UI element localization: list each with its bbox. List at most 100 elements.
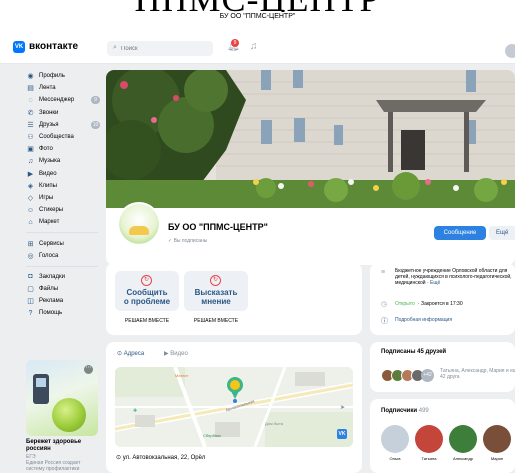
clock-icon: ◷ bbox=[381, 301, 388, 308]
subscriber-avatar[interactable] bbox=[381, 425, 409, 453]
sidebar-item-12[interactable]: ☺ Стикеры bbox=[26, 204, 102, 216]
sidebar-item-2[interactable]: ▤ Лента bbox=[26, 82, 102, 94]
subscription-status[interactable]: ✓ Вы подписаны bbox=[168, 238, 207, 244]
user-avatar[interactable] bbox=[505, 44, 515, 58]
sidebar-divider bbox=[26, 265, 98, 267]
action-caption: РЕШАЕМ ВМЕСТЕ bbox=[193, 318, 239, 324]
sidebar-item-10[interactable]: ◈ Клипы bbox=[26, 180, 102, 192]
help-icon: ? bbox=[28, 309, 33, 317]
vk-logo-icon[interactable]: VK bbox=[13, 41, 25, 53]
music-note-icon[interactable]: ♫ bbox=[250, 41, 258, 52]
subscriber-avatar[interactable] bbox=[415, 425, 443, 453]
sidebar-item-9[interactable]: ▶ Видео bbox=[26, 168, 102, 180]
votes-icon: ◎ bbox=[27, 252, 34, 260]
more-button[interactable]: Ещё bbox=[489, 226, 515, 240]
sidebar-item-2[interactable]: ▢ Файлы bbox=[26, 283, 102, 295]
message-icon: ◌ bbox=[28, 96, 33, 104]
promo-block[interactable]: ⋯ Бережет здоровье россиян ЕГЭ Единая Ро… bbox=[26, 360, 98, 473]
app-name[interactable]: вконтакте bbox=[29, 41, 78, 52]
sidebar-item-7[interactable]: ▣ Фото bbox=[26, 143, 102, 155]
details-link[interactable]: Подробная информация bbox=[395, 317, 452, 323]
description-more-link[interactable]: Ещё bbox=[430, 280, 440, 286]
cover-photo bbox=[106, 70, 515, 208]
promo-title[interactable]: Бережет здоровье россиян bbox=[26, 439, 98, 453]
tab-addresses[interactable]: ⊙ Адреса bbox=[117, 350, 144, 357]
services-icon: ⊞ bbox=[27, 240, 34, 248]
sidebar-item-13[interactable]: ⌂ Маркет bbox=[26, 216, 102, 228]
search-icon: ⌕ bbox=[113, 44, 117, 51]
svg-text:✚: ✚ bbox=[133, 408, 137, 414]
actions-card: ↻ Сообщить о проблеме РЕШАЕМ ВМЕСТЕ ↻ Выс… bbox=[106, 263, 362, 335]
sidebar-item-11[interactable]: ◇ Игры bbox=[26, 192, 102, 204]
ads-icon: ◫ bbox=[27, 298, 34, 306]
sidebar-item-label: Лента bbox=[39, 85, 56, 92]
sidebar-item-1[interactable]: ⊞ Сервисы bbox=[26, 237, 102, 249]
page-body: ◉ Профиль ▤ Лента ◌ Мессенджер 9 ✆ Звонки ☰ Друзья… bbox=[0, 64, 515, 473]
subscription-label: Вы подписаны bbox=[173, 238, 208, 244]
give-opinion-button[interactable]: ↻ Высказать мнение bbox=[184, 271, 248, 311]
open-status: Открыто bbox=[395, 301, 415, 307]
svg-text:Магнит: Магнит bbox=[175, 373, 189, 378]
search-box[interactable]: ⌕ bbox=[107, 41, 213, 56]
phone-icon: ✆ bbox=[27, 109, 34, 117]
sidebar-item-6[interactable]: ⚇ Сообщества bbox=[26, 131, 102, 143]
sidebar-item-label: Видео bbox=[39, 170, 57, 177]
sidebar-item-1[interactable]: ◘ Закладки bbox=[26, 271, 102, 283]
sidebar-item-count: 10 bbox=[91, 120, 100, 129]
left-sidebar: ◉ Профиль ▤ Лента ◌ Мессенджер 9 ✆ Звонки ☰ Друзья… bbox=[26, 70, 102, 320]
bookmark-icon: ◘ bbox=[28, 273, 33, 281]
sidebar-item-label: Игры bbox=[39, 194, 54, 201]
sidebar-item-label: Маркет bbox=[39, 219, 60, 226]
message-button[interactable]: Сообщение bbox=[434, 226, 486, 240]
subscriber-avatar[interactable] bbox=[449, 425, 477, 453]
more-friends-badge[interactable]: +42 bbox=[421, 369, 434, 382]
sidebar-item-label: Реклама bbox=[39, 298, 64, 305]
sidebar-item-label: Файлы bbox=[39, 286, 59, 293]
sidebar-item-5[interactable]: ☰ Друзья 10 bbox=[26, 119, 102, 131]
report-problem-button[interactable]: ↻ Сообщить о проблеме bbox=[115, 271, 179, 311]
subscribers-title[interactable]: Подписчики 499 bbox=[381, 408, 429, 414]
sidebar-item-8[interactable]: ♫ Музыка bbox=[26, 155, 102, 167]
sidebar-divider bbox=[26, 232, 98, 234]
friends-names: Татьяна, Александр, Мария и ещё 42 друга bbox=[440, 368, 515, 380]
vk-maps-icon[interactable]: VK bbox=[337, 429, 347, 439]
subscriber-name[interactable]: Ольга bbox=[380, 456, 410, 461]
address-text: ул. Автовокзальная, 22, Орёл bbox=[122, 455, 206, 461]
friends-title[interactable]: Подписаны 45 друзей bbox=[381, 349, 446, 355]
sidebar-item-1[interactable]: ◉ Профиль bbox=[26, 70, 102, 82]
file-icon: ▢ bbox=[27, 286, 34, 294]
sidebar-item-label: Профиль bbox=[39, 73, 65, 80]
emblem-icon: ↻ bbox=[141, 275, 152, 286]
sidebar-item-4[interactable]: ✆ Звонки bbox=[26, 107, 102, 119]
sidebar-item-4[interactable]: ? Помощь bbox=[26, 307, 102, 319]
news-icon: ▤ bbox=[27, 85, 34, 93]
map[interactable]: Магнит Дом быта ✚ ➤ Автовокзальная Сберб… bbox=[115, 367, 353, 447]
subscribers-card: Подписчики 499 Ольга Татьяна Александр Мари… bbox=[370, 399, 515, 473]
group-avatar[interactable] bbox=[117, 202, 161, 246]
subscriber-avatar[interactable] bbox=[483, 425, 511, 453]
tab-video[interactable]: ▶ Видео bbox=[164, 350, 188, 357]
action-caption: РЕШАЕМ ВМЕСТЕ bbox=[124, 318, 170, 324]
sidebar-item-3[interactable]: ◌ Мессенджер 9 bbox=[26, 94, 102, 106]
subscribers-count: 499 bbox=[418, 408, 429, 414]
give-opinion-label: Высказать мнение bbox=[194, 288, 238, 306]
group-header-card: БУ ОО "ППМС-ЦЕНТР" ✓ Вы подписаны Сообще… bbox=[106, 70, 515, 265]
top-header: VK вконтакте ⌕ 🔔︎ 9 ♫ bbox=[0, 28, 515, 64]
subscriber-name[interactable]: Александр bbox=[448, 456, 478, 461]
more-icon[interactable]: ⋯ bbox=[84, 365, 93, 374]
window-title: БУ ОО "ППМС-ЦЕНТР" bbox=[0, 12, 515, 22]
subscriber-name[interactable]: Татьяна bbox=[414, 456, 444, 461]
sidebar-item-label: Помощь bbox=[39, 310, 63, 317]
sidebar-item-label: Сообщества bbox=[39, 134, 74, 141]
sidebar-item-count: 9 bbox=[91, 96, 100, 105]
sidebar-item-label: Голоса bbox=[39, 252, 59, 259]
sidebar-item-2[interactable]: ◎ Голоса bbox=[26, 250, 102, 262]
group-name: БУ ОО "ППМС-ЦЕНТР" bbox=[168, 222, 268, 232]
place-label: Сбербанк bbox=[203, 433, 221, 438]
subscriber-name[interactable]: Марин bbox=[482, 456, 512, 461]
sidebar-item-3[interactable]: ◫ Реклама bbox=[26, 295, 102, 307]
promo-image[interactable]: ⋯ bbox=[26, 360, 98, 436]
search-input[interactable] bbox=[121, 42, 207, 55]
market-icon: ⌂ bbox=[28, 218, 33, 226]
address-card: ⊙ Адреса ▶ Видео Магнит Дом быта ✚ ➤ Авт… bbox=[106, 342, 362, 473]
